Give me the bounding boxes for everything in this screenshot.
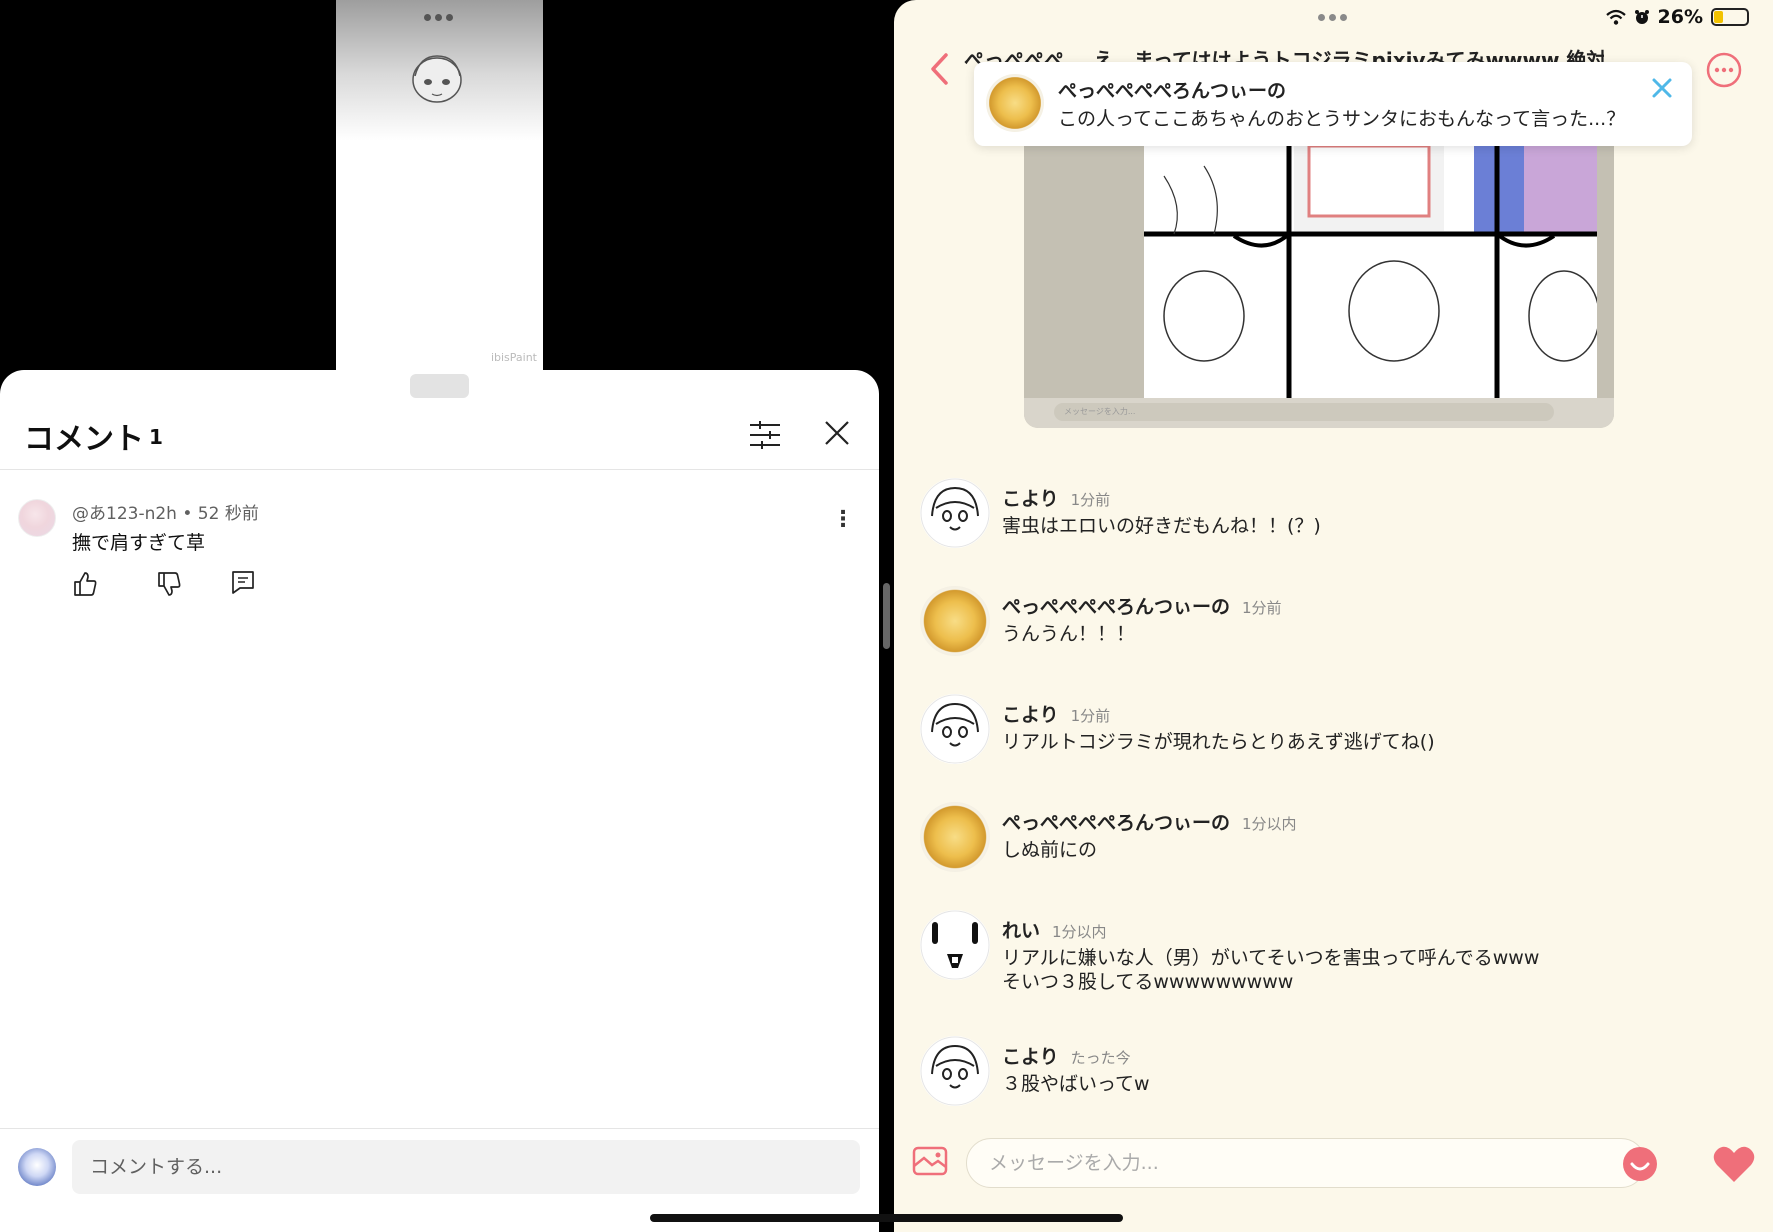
message-time: 1分前 xyxy=(1070,707,1111,725)
message-time: たった今 xyxy=(1070,1049,1131,1067)
message-text: しぬ前にの xyxy=(1002,839,1098,861)
sender-name-text: こより xyxy=(1002,1046,1059,1068)
thumbs-up-icon[interactable] xyxy=(72,571,98,597)
image-picker-icon[interactable] xyxy=(912,1146,948,1176)
video-player[interactable]: ibisPaint xyxy=(336,0,543,370)
sender-name: れい 1分以内 xyxy=(1002,916,1107,943)
comments-title: コメント xyxy=(24,422,144,457)
comment-text: 撫で肩すぎて草 xyxy=(72,532,206,554)
sender-name: こより 1分前 xyxy=(1002,700,1110,727)
more-options-icon[interactable] xyxy=(1706,52,1742,88)
comment-input[interactable]: コメントする... xyxy=(72,1140,860,1194)
notification-sender-avatar xyxy=(986,74,1044,132)
reply-icon[interactable] xyxy=(230,569,256,595)
chat-message: こより 1分前 害虫はエロいの好きだもんね！！(？) xyxy=(920,478,1760,558)
chat-message: れい 1分以内 リアルに嫌いな人（男）がいてそいつを害虫って呼んでるwww そいつ… xyxy=(920,910,1760,1010)
comic-panels-drawing xyxy=(1144,146,1597,401)
chat-message: こより 1分前 リアルトコジラミが現れたらとりあえず逃げてね() xyxy=(920,694,1760,774)
battery-icon xyxy=(1711,8,1749,26)
message-text: ３股やばいってw xyxy=(1002,1073,1150,1095)
video-character-drawing xyxy=(412,55,462,103)
message-text: リアルトコジラミが現れたらとりあえず逃げてね() xyxy=(1002,731,1435,753)
message-text: 害虫はエロいの好きだもんね！！(？) xyxy=(1002,515,1321,537)
home-indicator[interactable] xyxy=(650,1214,1123,1222)
commenter-avatar[interactable] xyxy=(18,499,56,537)
stamp-smile-icon[interactable] xyxy=(1622,1146,1658,1182)
divider xyxy=(0,469,879,470)
sort-filter-icon[interactable] xyxy=(748,418,782,452)
split-screen: ibisPaint コメント 1 @あ123-n2h • 52 秒前 撫で肩すぎ… xyxy=(0,0,1773,1232)
message-text-line: そいつ３股してるwwwwwwwww xyxy=(1002,971,1294,993)
alarm-icon xyxy=(1634,10,1649,24)
message-time: 1分以内 xyxy=(1052,923,1107,941)
comments-count: 1 xyxy=(149,425,163,449)
message-time: 1分前 xyxy=(1242,599,1282,617)
sender-name-text: こより xyxy=(1002,704,1059,726)
battery-percent: 26% xyxy=(1657,6,1703,28)
shared-image-input-bar: メッセージを入力... xyxy=(1024,398,1614,428)
more-vertical-icon[interactable]: ⋮ xyxy=(832,505,854,535)
heart-icon[interactable] xyxy=(1712,1144,1756,1184)
multitask-menu-icon[interactable] xyxy=(1318,14,1347,21)
sender-name-text: ぺっぺぺぺぺろんつぃーの xyxy=(1002,812,1231,834)
sheet-drag-handle[interactable] xyxy=(410,374,469,398)
divider xyxy=(0,1128,879,1129)
comment-item: @あ123-n2h • 52 秒前 撫で肩すぎて草 ⋮ xyxy=(0,485,879,615)
multitask-menu-icon[interactable] xyxy=(424,14,453,21)
shared-image-input-text: メッセージを入力... xyxy=(1054,403,1554,421)
notification-sender: ぺっぺぺぺぺろんつぃーの xyxy=(1058,80,1287,102)
chat-pane: 26% ぺっぺぺぺ... え、まってはけようトコジラミpixivみてみwwww … xyxy=(894,0,1773,1232)
wifi-icon xyxy=(1605,9,1626,25)
user-avatar-koyori[interactable] xyxy=(920,694,990,764)
status-bar: 26% xyxy=(1605,6,1749,28)
message-input[interactable]: メッセージを入力... xyxy=(966,1138,1646,1188)
sender-name-text: こより xyxy=(1002,488,1059,510)
message-text: うんうん！！！ xyxy=(1002,623,1136,645)
sender-name: ぺっぺぺぺぺろんつぃーの 1分前 xyxy=(1002,592,1282,619)
close-icon[interactable] xyxy=(822,418,852,448)
message-text-line: リアルに嫌いな人（男）がいてそいつを害虫って呼んでるwww xyxy=(1002,947,1540,969)
sender-name: ぺっぺぺぺぺろんつぃーの 1分以内 xyxy=(1002,808,1297,835)
user-avatar-pasta[interactable] xyxy=(920,802,990,872)
message-time: 1分以内 xyxy=(1242,815,1297,833)
back-chevron-icon[interactable] xyxy=(928,52,950,86)
notification-text: この人ってここあちゃんのおとうサンタにおもんなって言った...？ xyxy=(1058,108,1626,130)
comments-sheet: コメント 1 @あ123-n2h • 52 秒前 撫で肩すぎて草 ⋮ コメントす… xyxy=(0,370,879,1232)
split-view-divider-handle[interactable] xyxy=(883,583,890,649)
sender-name-text: れい xyxy=(1002,920,1041,942)
shared-screenshot-image[interactable]: メッセージを入力... xyxy=(1024,100,1614,428)
sender-name: こより たった今 xyxy=(1002,1042,1131,1069)
user-avatar-rei[interactable] xyxy=(920,910,990,980)
youtube-pane: ibisPaint コメント 1 @あ123-n2h • 52 秒前 撫で肩すぎ… xyxy=(0,0,879,1232)
chat-message: ぺっぺぺぺぺろんつぃーの 1分前 うんうん！！！ xyxy=(920,586,1760,666)
comment-author-time[interactable]: @あ123-n2h • 52 秒前 xyxy=(72,499,259,524)
notification-banner[interactable]: ぺっぺぺぺぺろんつぃーの この人ってここあちゃんのおとうサンタにおもんなって言っ… xyxy=(974,62,1692,146)
sender-name: こより 1分前 xyxy=(1002,484,1110,511)
message-time: 1分前 xyxy=(1070,491,1111,509)
chat-message: こより たった今 ３股やばいってw xyxy=(920,1036,1760,1116)
user-avatar-koyori[interactable] xyxy=(920,478,990,548)
chat-message: ぺっぺぺぺぺろんつぃーの 1分以内 しぬ前にの xyxy=(920,802,1760,882)
user-avatar[interactable] xyxy=(18,1148,56,1186)
user-avatar-koyori[interactable] xyxy=(920,1036,990,1106)
message-text: リアルに嫌いな人（男）がいてそいつを害虫って呼んでるwww そいつ３股してるww… xyxy=(1002,946,1539,994)
video-watermark: ibisPaint xyxy=(490,351,537,364)
user-avatar-pasta[interactable] xyxy=(920,586,990,656)
close-icon[interactable] xyxy=(1650,76,1674,100)
thumbs-down-icon[interactable] xyxy=(156,571,182,597)
sender-name-text: ぺっぺぺぺぺろんつぃーの xyxy=(1002,596,1231,618)
